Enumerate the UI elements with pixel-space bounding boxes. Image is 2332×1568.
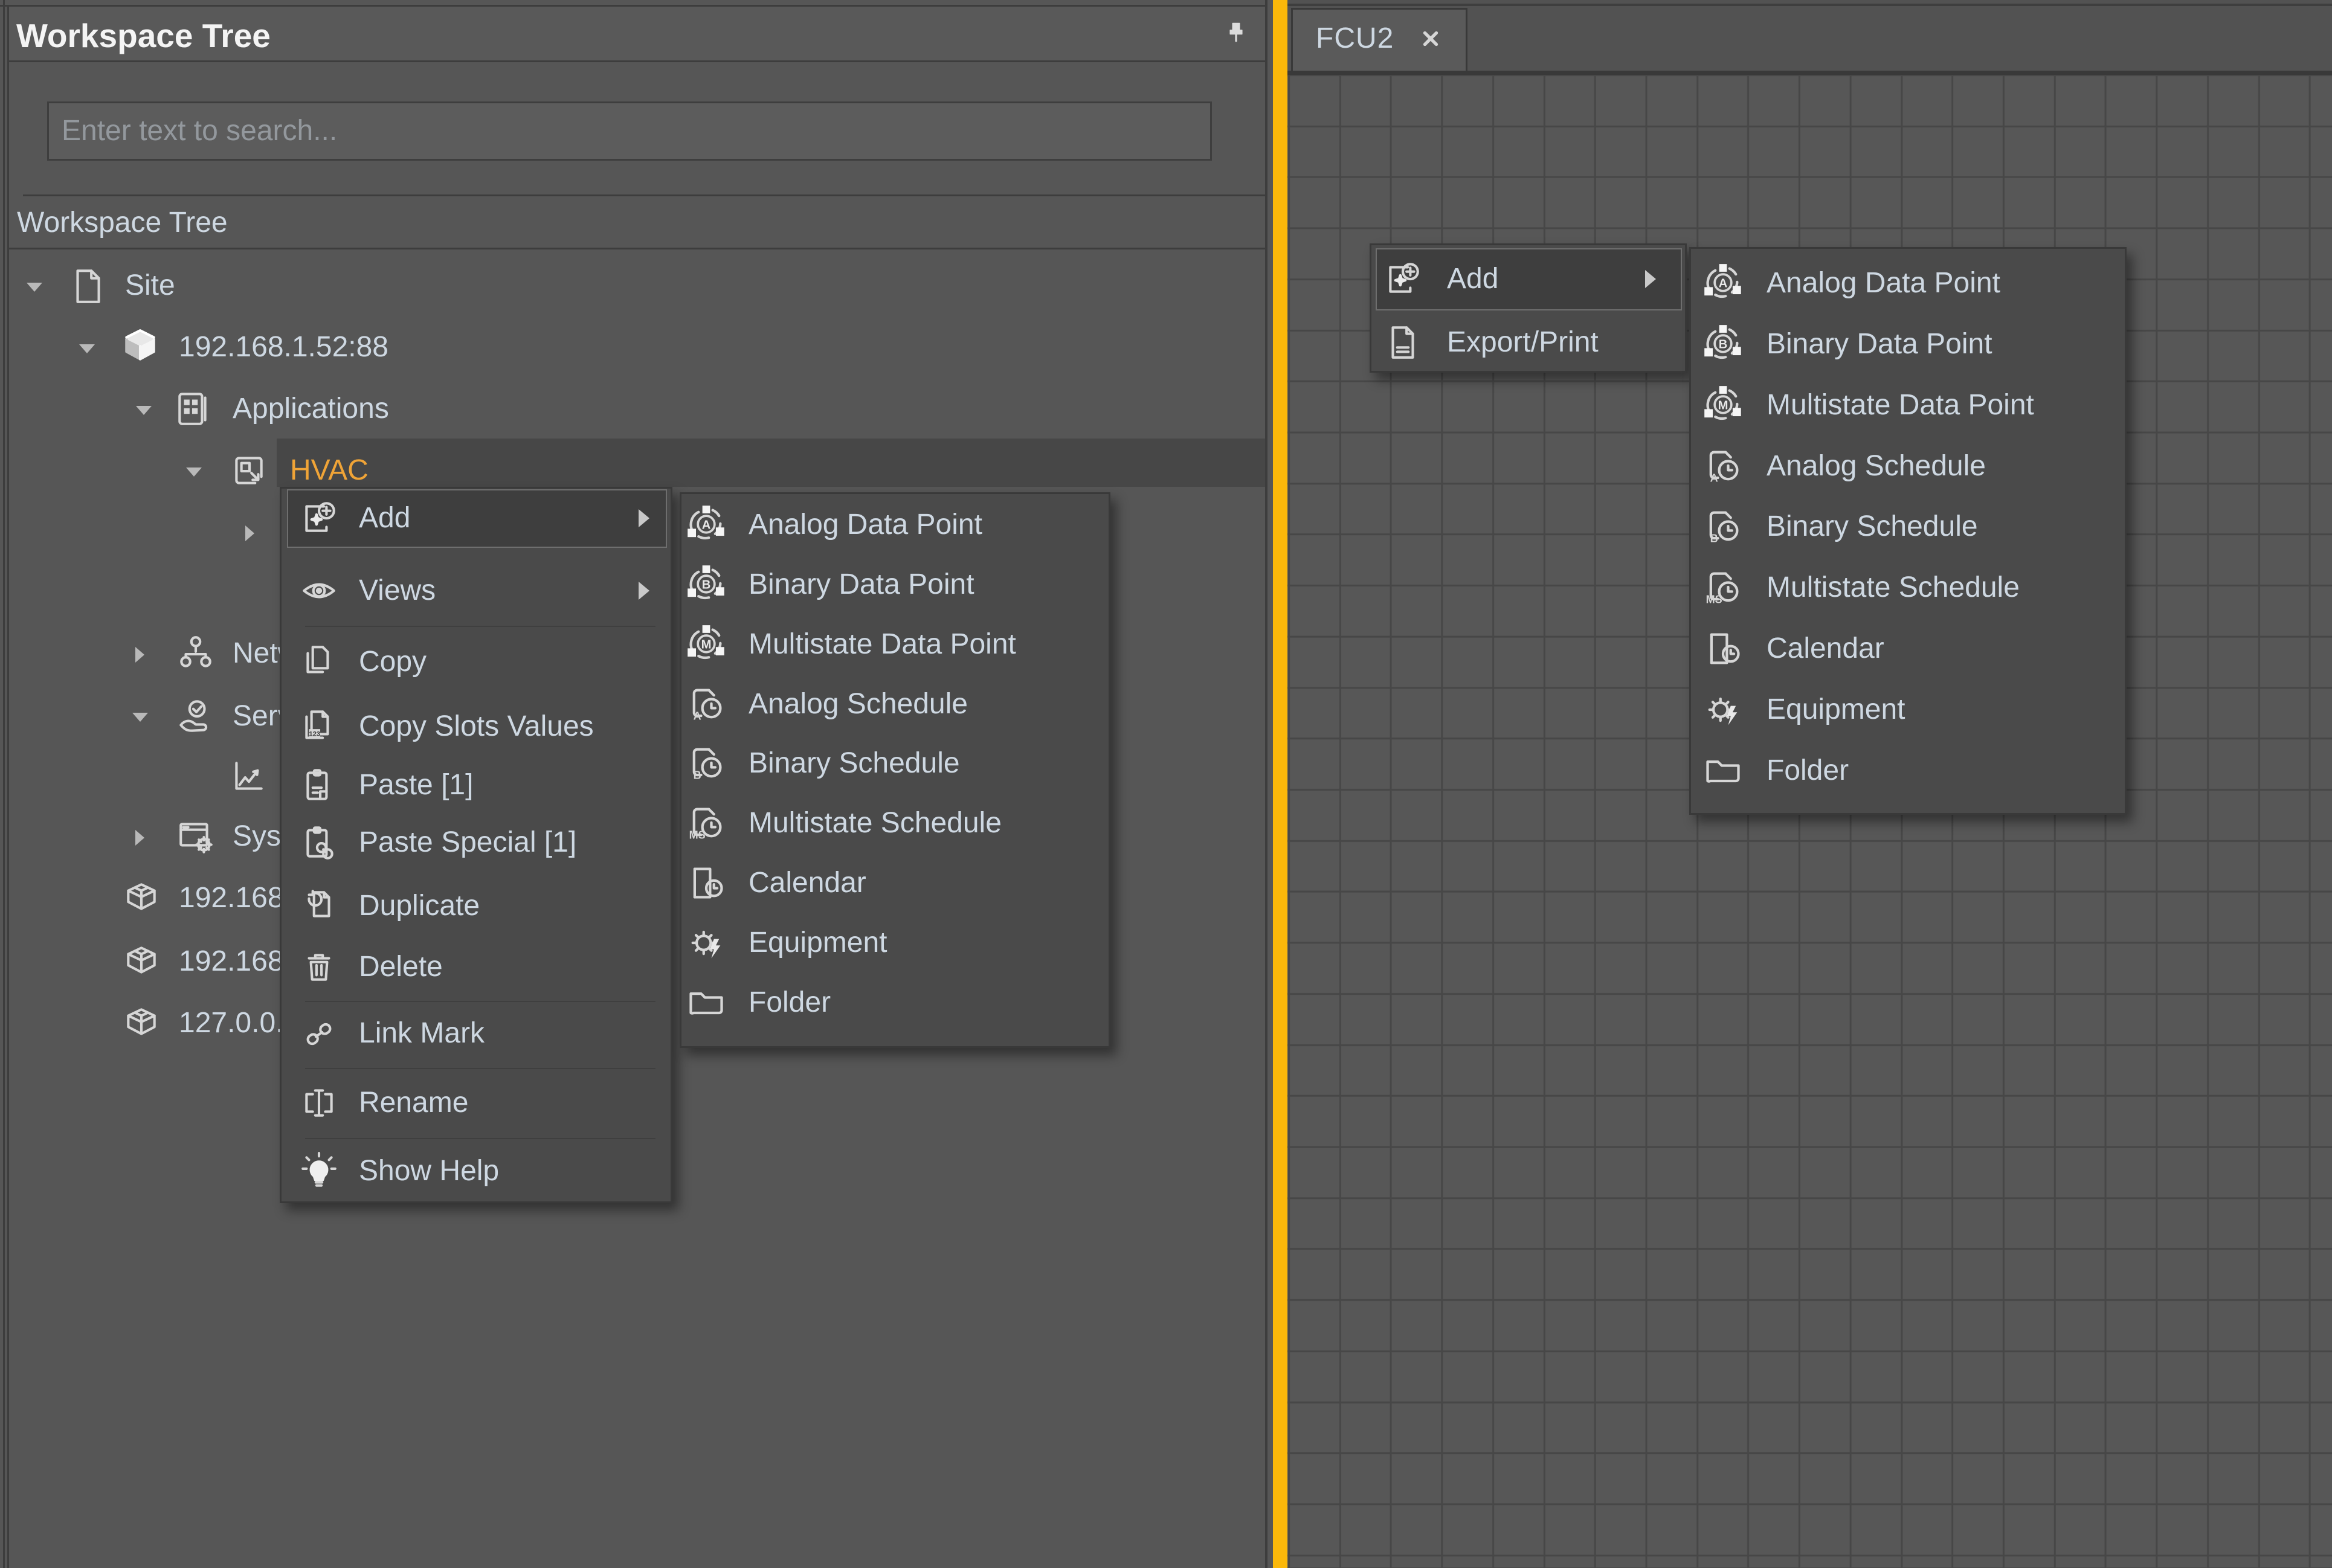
svg-text:A: A [1719, 277, 1728, 290]
svg-text:B: B [1710, 533, 1718, 545]
svg-text:MS: MS [1706, 594, 1722, 606]
svg-text:M: M [701, 638, 712, 651]
svg-text:B: B [694, 770, 701, 782]
svg-text:B: B [1719, 338, 1728, 351]
svg-text:A: A [694, 710, 701, 722]
svg-text:B: B [702, 578, 711, 591]
svg-text:M: M [1718, 399, 1728, 412]
svg-text:MS: MS [689, 829, 706, 841]
svg-text:A: A [1710, 472, 1718, 484]
svg-text:A: A [702, 518, 711, 532]
